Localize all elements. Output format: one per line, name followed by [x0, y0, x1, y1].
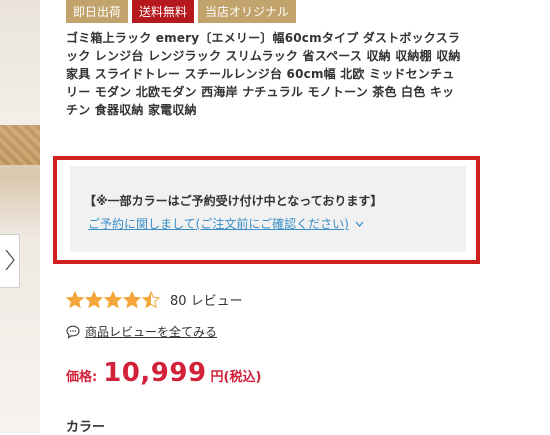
- badge-list: 即日出荷 送料無料 当店オリジナル: [66, 0, 297, 23]
- free-shipping-badge: 送料無料: [132, 0, 195, 23]
- star-icon: [142, 290, 160, 308]
- reservation-info-link-label: ご予約に関しまして(ご注文前にご確認ください): [88, 217, 349, 231]
- all-reviews-link-label: 商品レビューを全てみる: [85, 325, 218, 339]
- chevron-right-icon: [5, 249, 15, 271]
- reservation-notice-text: 【※一部カラーはご予約受け付け中となっております】: [84, 194, 383, 208]
- same-day-shipping-badge: 即日出荷: [66, 0, 129, 23]
- product-title: ゴミ箱上ラック emery〔エメリー〕幅60cmタイプ ダストボックスラック レ…: [66, 31, 461, 117]
- star-icon: [85, 290, 103, 308]
- price-value: 10,999: [103, 358, 207, 388]
- color-option-label: カラー: [66, 420, 106, 435]
- price-label: 価格:: [66, 370, 98, 385]
- price-unit: 円(税込): [210, 370, 262, 385]
- star-rating: [66, 290, 160, 309]
- reservation-info-link[interactable]: ご予約に関しまして(ご注文前にご確認ください): [88, 215, 364, 232]
- chevron-down-icon: [355, 221, 364, 227]
- image-next-button[interactable]: [0, 234, 20, 288]
- product-image-detail: [0, 125, 40, 165]
- star-icon: [104, 290, 122, 308]
- all-reviews-link[interactable]: 商品レビューを全てみる: [66, 323, 217, 340]
- star-icon: [66, 290, 84, 308]
- price-block: 価格: 10,999 円(税込): [66, 358, 261, 388]
- product-image-partial: [0, 0, 40, 433]
- review-count: 80 レビュー: [170, 294, 243, 309]
- reservation-notice-box: 【※一部カラーはご予約受け付け中となっております】 ご予約に関しまして(ご注文前…: [53, 156, 480, 264]
- star-icon: [123, 290, 141, 308]
- reservation-notice-panel: 【※一部カラーはご予約受け付け中となっております】 ご予約に関しまして(ご注文前…: [70, 166, 466, 252]
- speech-bubble-icon: [66, 325, 80, 339]
- rating-summary: 80 レビュー: [66, 290, 243, 309]
- shop-original-badge: 当店オリジナル: [198, 0, 297, 23]
